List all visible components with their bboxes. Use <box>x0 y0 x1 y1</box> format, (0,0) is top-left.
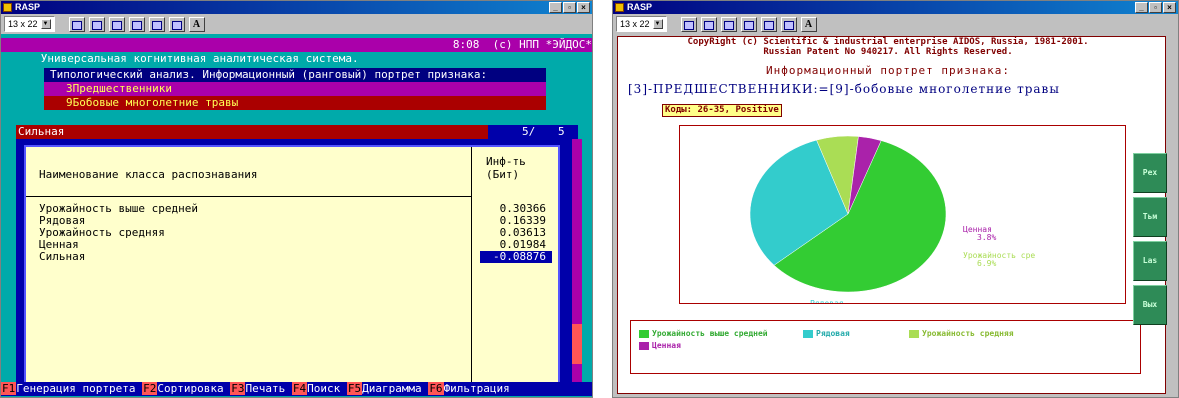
minimize-button[interactable]: _ <box>1135 2 1148 13</box>
legend-swatch <box>803 329 813 338</box>
fullscreen-icon[interactable] <box>128 16 145 32</box>
copy-icon[interactable] <box>700 16 717 32</box>
fkey-f3[interactable]: F3 <box>230 382 246 395</box>
exit-button[interactable]: Вых <box>1133 285 1167 325</box>
paste-icon[interactable] <box>108 16 125 32</box>
menu-title: Типологический анализ. Информационный (р… <box>44 68 546 82</box>
properties-icon[interactable] <box>148 16 165 32</box>
legend-swatch <box>639 329 649 338</box>
fkey-f5[interactable]: F5 <box>346 382 363 395</box>
text-mode-window: RASP _ ▫ × 13 x 22 ▼ A Универсальная когн… <box>0 0 593 398</box>
fkey-f6[interactable]: F6 <box>428 382 444 395</box>
fkey-f1[interactable]: F1 <box>1 382 17 395</box>
font-size-select[interactable]: 13 x 22 ▼ <box>616 16 667 32</box>
chevron-down-icon: ▼ <box>652 19 663 29</box>
page-current: 5/ <box>522 125 536 138</box>
slice-label: Рядовая <box>810 299 844 303</box>
slice-value-label: 3.8% <box>977 233 996 242</box>
chart-legend: Урожайность выше средней Рядовая Урожайн… <box>630 320 1141 374</box>
legend-label: Урожайность средняя <box>922 329 1014 338</box>
maximize-button[interactable]: ▫ <box>563 2 576 13</box>
codes-tooltip: Коды: 26-35, Positive <box>662 104 782 117</box>
fkey-f1-label[interactable]: Генерация портрета <box>16 382 135 395</box>
close-button[interactable]: × <box>577 2 590 13</box>
chart-title: Информационный портрет признака: <box>766 64 1010 77</box>
minimize-button[interactable]: _ <box>549 2 562 13</box>
font-icon[interactable]: A <box>188 16 205 32</box>
properties-icon[interactable] <box>760 16 777 32</box>
legend-label: Рядовая <box>816 329 850 338</box>
close-button[interactable]: × <box>1163 2 1176 13</box>
paste-icon[interactable] <box>720 16 737 32</box>
fkey-f2[interactable]: F2 <box>142 382 158 395</box>
legend-swatch <box>639 341 649 350</box>
fkey-f5-label[interactable]: Диаграмма <box>362 382 422 395</box>
app-icon <box>3 3 12 12</box>
fullscreen-icon[interactable] <box>740 16 757 32</box>
title-bar[interactable]: RASP _ ▫ × <box>613 1 1178 14</box>
company-name: (c) НПП *ЭЙДОС* <box>492 38 592 51</box>
side-button-1[interactable]: Рех <box>1133 153 1167 193</box>
legend-item: Урожайность средняя <box>909 329 1014 338</box>
results-table: Наименование класса распознавания Инф-ть… <box>24 145 560 385</box>
clock: 8:08 <box>452 38 480 51</box>
chevron-down-icon: ▼ <box>40 19 51 29</box>
copy-icon[interactable] <box>88 16 105 32</box>
mark-icon[interactable] <box>680 16 697 32</box>
maximize-button[interactable]: ▫ <box>1149 2 1162 13</box>
fkey-f4[interactable]: F4 <box>291 382 308 395</box>
slice-value-label: 6.9% <box>977 259 996 268</box>
legend-item: Урожайность выше средней <box>639 329 768 338</box>
font-size-value: 13 x 22 <box>620 19 650 29</box>
chart-page: CopyRight (c) Scientific & industrial en… <box>617 36 1167 394</box>
side-button-2[interactable]: Тьм <box>1133 197 1167 237</box>
mark-icon[interactable] <box>68 16 85 32</box>
fkey-f4-label[interactable]: Поиск <box>307 382 340 395</box>
font-icon[interactable]: A <box>800 16 817 32</box>
chart-subtitle: [3]-ПРЕДШЕСТВЕННИКИ:=[9]-бобовые многоле… <box>628 82 1060 96</box>
pie-chart: Урожайность выш58.1%Рядовая31.2%Урожайно… <box>749 111 1035 316</box>
fkey-f3-label[interactable]: Печать <box>245 382 285 395</box>
legend-item: Ценная <box>639 341 681 350</box>
function-key-bar: F1Генерация портрета F2Сортировка F3Печа… <box>1 382 592 396</box>
toolbar: 13 x 22 ▼ A <box>613 14 1178 34</box>
copyright-line-2: Russian Patent No 940217. All Rights Res… <box>763 47 1013 57</box>
legend-item: Рядовая <box>803 329 850 338</box>
selected-class: Сильная <box>16 125 488 139</box>
graphics-window: RASP _ ▫ × 13 x 22 ▼ A CopyRight (c) Scie… <box>612 0 1179 398</box>
title-bar[interactable]: RASP _ ▫ × <box>1 1 592 14</box>
page-total: 5 <box>558 125 565 138</box>
scrollbar-thumb[interactable] <box>572 324 582 364</box>
window-title: RASP <box>15 2 41 12</box>
legend-label: Урожайность выше средней <box>652 329 768 338</box>
copyright-line-1: CopyRight (c) Scientific & industrial en… <box>687 37 1089 47</box>
dos-screen: Универсальная когнитивная аналитическая … <box>1 34 592 397</box>
slice-value-label: 58.1% <box>814 126 838 128</box>
table-row-name[interactable]: Сильная <box>39 251 85 263</box>
fkey-f2-label[interactable]: Сортировка <box>157 382 223 395</box>
menu-item-predecessors[interactable]: 3Предшественники <box>44 82 546 96</box>
column-header-unit: (Бит) <box>486 168 520 181</box>
pie-area: Урожайность выш58.1%Рядовая31.2%Урожайно… <box>679 111 1126 316</box>
graphics-screen: CopyRight (c) Scientific & industrial en… <box>613 34 1178 397</box>
window-title: RASP <box>627 2 653 12</box>
side-button-3[interactable]: Las <box>1133 241 1167 281</box>
legend-label: Ценная <box>652 341 681 350</box>
menu-item-legumes[interactable]: 9Бобовые многолетние травы <box>44 96 546 110</box>
header-bar: Универсальная когнитивная аналитическая … <box>1 38 592 65</box>
column-header-info: Инф-ть <box>486 155 526 168</box>
fkey-f6-label[interactable]: Фильтрация <box>444 382 510 395</box>
slice-label: Урожайность сре <box>963 251 1035 260</box>
legend-swatch <box>909 329 919 338</box>
font-size-select[interactable]: 13 x 22 ▼ <box>4 16 55 32</box>
table-row-value-selected[interactable]: -0.08876 <box>480 251 552 263</box>
background-icon[interactable] <box>780 16 797 32</box>
column-header-name: Наименование класса распознавания <box>39 168 258 181</box>
background-icon[interactable] <box>168 16 185 32</box>
font-size-value: 13 x 22 <box>8 19 38 29</box>
page-counter: 5/ 5 <box>488 125 578 139</box>
app-icon <box>615 3 624 12</box>
system-name: Универсальная когнитивная аналитическая … <box>40 52 359 65</box>
toolbar: 13 x 22 ▼ A <box>1 14 592 34</box>
